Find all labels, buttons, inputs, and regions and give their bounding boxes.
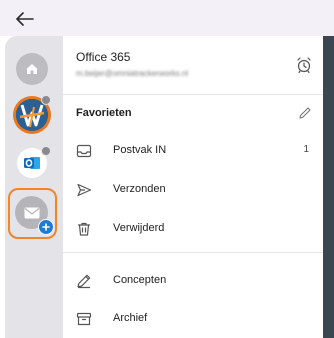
folder-item-drafts[interactable]: Concepten bbox=[63, 263, 323, 299]
folder-item-sent[interactable]: Verzonden bbox=[63, 172, 323, 208]
home-button[interactable] bbox=[16, 53, 48, 85]
send-icon bbox=[77, 183, 92, 197]
outlook-account-button[interactable] bbox=[17, 146, 51, 178]
arrow-left-icon bbox=[16, 12, 34, 26]
account-name: Office 365 bbox=[76, 50, 131, 64]
inbox-icon bbox=[76, 144, 92, 158]
top-bar bbox=[0, 0, 334, 36]
pencil-icon bbox=[299, 107, 311, 119]
do-not-disturb-button[interactable] bbox=[295, 56, 313, 74]
account-rail bbox=[5, 36, 63, 338]
home-icon bbox=[27, 64, 37, 74]
folder-item-archive[interactable]: Archief bbox=[63, 301, 323, 337]
back-button[interactable] bbox=[12, 6, 38, 32]
folder-panel: Office 365 m.beijer@omniatrackerworks.nl… bbox=[63, 36, 323, 338]
folder-item-inbox[interactable]: Postvak IN 1 bbox=[63, 133, 323, 169]
folder-item-deleted[interactable]: Verwijderd bbox=[63, 211, 323, 247]
archive-icon bbox=[76, 312, 92, 326]
add-account-button[interactable] bbox=[8, 188, 57, 239]
plus-icon bbox=[38, 219, 54, 235]
folder-label: Verwijderd bbox=[113, 222, 165, 234]
outlook-icon bbox=[24, 157, 40, 169]
alarm-clock-icon bbox=[297, 57, 311, 74]
background-content-edge bbox=[323, 36, 334, 338]
trash-icon bbox=[78, 222, 90, 236]
folder-label: Concepten bbox=[113, 274, 167, 286]
folder-label: Archief bbox=[113, 312, 148, 324]
unread-count: 1 bbox=[303, 144, 309, 155]
edit-favorites-button[interactable] bbox=[297, 105, 313, 121]
mail-icon bbox=[24, 207, 39, 218]
divider bbox=[63, 94, 323, 95]
divider bbox=[63, 252, 323, 253]
account-email: m.beijer@omniatrackerworks.nl bbox=[76, 69, 189, 78]
draft-icon bbox=[77, 274, 91, 289]
account-avatar[interactable] bbox=[13, 95, 51, 134]
notification-dot bbox=[41, 95, 51, 105]
notification-dot bbox=[41, 146, 51, 156]
folder-label: Postvak IN bbox=[113, 144, 167, 156]
favorites-title: Favorieten bbox=[76, 107, 132, 119]
folder-label: Verzonden bbox=[113, 183, 166, 195]
